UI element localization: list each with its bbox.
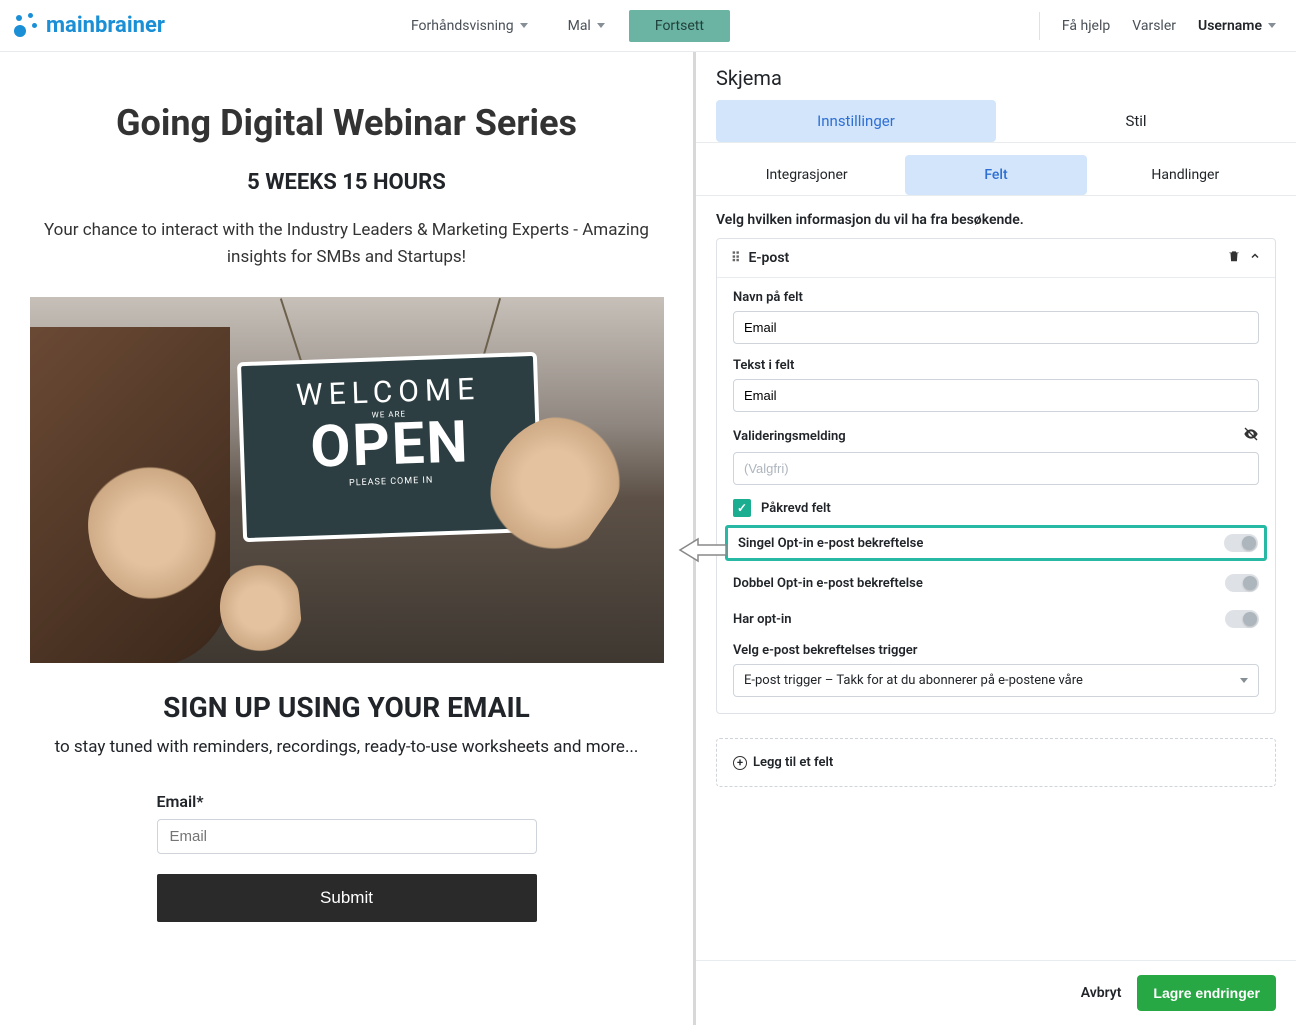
primary-tabs: Innstillinger Stil <box>696 100 1296 143</box>
trigger-value: E-post trigger – Takk for at du abonnere… <box>744 673 1083 688</box>
topbar: mainbrainer Forhåndsvisning Mal Fortsett… <box>0 0 1296 52</box>
checkbox-checked-icon: ✓ <box>733 499 751 517</box>
template-dropdown[interactable]: Mal <box>552 11 621 41</box>
countdown-text: 5 WEEKS 15 HOURS <box>22 170 671 195</box>
side-title: Skjema <box>696 52 1296 100</box>
double-optin-row: Dobbel Opt-in e-post bekreftelse <box>733 565 1259 601</box>
side-footer: Avbryt Lagre endringer <box>696 960 1296 1025</box>
preview-label: Forhåndsvisning <box>411 18 514 34</box>
plus-circle-icon: + <box>733 756 747 770</box>
single-optin-row: Singel Opt-in e-post bekreftelse <box>725 525 1267 561</box>
required-checkbox-row[interactable]: ✓ Påkrevd felt <box>733 499 1259 517</box>
caret-down-icon <box>1268 23 1276 28</box>
logo-dots-icon <box>10 11 40 41</box>
eye-off-icon[interactable] <box>1243 426 1259 446</box>
add-field-label: Legg til et felt <box>753 755 833 770</box>
has-optin-label: Har opt-in <box>733 612 792 627</box>
field-placeholder-label: Tekst i felt <box>733 358 1259 373</box>
lead-text: Your chance to interact with the Industr… <box>22 217 671 271</box>
alerts-link[interactable]: Varsler <box>1132 18 1176 34</box>
divider <box>1039 12 1040 40</box>
trigger-label: Velg e-post bekreftelses trigger <box>733 643 1259 658</box>
form-row: Email* <box>157 792 537 854</box>
nav-right: Få hjelp Varsler Username <box>1039 12 1276 40</box>
field-card-email: ⠿ E-post Navn på felt <box>716 238 1276 714</box>
email-label: Email* <box>157 792 537 811</box>
field-body: Navn på felt Tekst i felt Valideringsmel… <box>717 278 1275 713</box>
tab-fields[interactable]: Felt <box>905 155 1086 195</box>
tab-integrations[interactable]: Integrasjoner <box>716 155 897 195</box>
chevron-up-icon[interactable] <box>1249 250 1261 266</box>
secondary-tabs: Integrasjoner Felt Handlinger <box>696 155 1296 196</box>
main: Going Digital Webinar Series 5 WEEKS 15 … <box>0 52 1296 1025</box>
has-optin-row: Har opt-in <box>733 601 1259 637</box>
signup-subtitle: to stay tuned with reminders, recordings… <box>22 734 671 761</box>
validation-label: Valideringsmelding <box>733 429 846 444</box>
field-placeholder-input[interactable] <box>733 379 1259 412</box>
field-header[interactable]: ⠿ E-post <box>717 239 1275 278</box>
preview-pane: Going Digital Webinar Series 5 WEEKS 15 … <box>0 52 696 1025</box>
drag-handle-icon[interactable]: ⠿ <box>731 251 741 266</box>
caret-down-icon <box>597 23 605 28</box>
tab-actions[interactable]: Handlinger <box>1095 155 1276 195</box>
field-name-input[interactable] <box>733 311 1259 344</box>
required-label: Påkrevd felt <box>761 501 831 516</box>
nav-center: Forhåndsvisning Mal Fortsett <box>395 10 730 42</box>
trash-icon[interactable] <box>1227 249 1241 267</box>
side-panel: Skjema Innstillinger Stil Integrasjoner … <box>696 52 1296 1025</box>
trigger-select[interactable]: E-post trigger – Takk for at du abonnere… <box>733 664 1259 697</box>
hero-image: WELCOME WE ARE OPEN PLEASE COME IN <box>30 297 664 663</box>
single-optin-label: Singel Opt-in e-post bekreftelse <box>738 536 923 551</box>
caret-down-icon <box>1240 678 1248 683</box>
panel-description: Velg hvilken informasjon du vil ha fra b… <box>696 196 1296 238</box>
field-name-label: Navn på felt <box>733 290 1259 305</box>
arrow-annotation-icon <box>678 537 728 563</box>
cancel-button[interactable]: Avbryt <box>1081 985 1122 1001</box>
has-optin-toggle[interactable] <box>1225 610 1259 628</box>
double-optin-label: Dobbel Opt-in e-post bekreftelse <box>733 576 923 591</box>
help-link[interactable]: Få hjelp <box>1062 18 1110 34</box>
username-dropdown[interactable]: Username <box>1198 18 1276 34</box>
logo-text: mainbrainer <box>46 13 165 38</box>
validation-input[interactable] <box>733 452 1259 485</box>
single-optin-toggle[interactable] <box>1224 534 1258 552</box>
email-field[interactable] <box>157 819 537 854</box>
page-title: Going Digital Webinar Series <box>22 102 671 144</box>
tab-settings[interactable]: Innstillinger <box>716 100 996 142</box>
tab-style[interactable]: Stil <box>996 100 1276 142</box>
caret-down-icon <box>520 23 528 28</box>
signup-title: SIGN UP USING YOUR EMAIL <box>22 691 671 724</box>
field-header-label: E-post <box>749 250 790 266</box>
double-optin-toggle[interactable] <box>1225 574 1259 592</box>
save-button[interactable]: Lagre endringer <box>1137 975 1276 1011</box>
logo[interactable]: mainbrainer <box>10 11 165 41</box>
submit-button[interactable]: Submit <box>157 874 537 922</box>
username-label: Username <box>1198 18 1262 34</box>
continue-button[interactable]: Fortsett <box>629 10 730 42</box>
preview-dropdown[interactable]: Forhåndsvisning <box>395 11 544 41</box>
template-label: Mal <box>568 18 591 34</box>
add-field-button[interactable]: + Legg til et felt <box>716 738 1276 787</box>
